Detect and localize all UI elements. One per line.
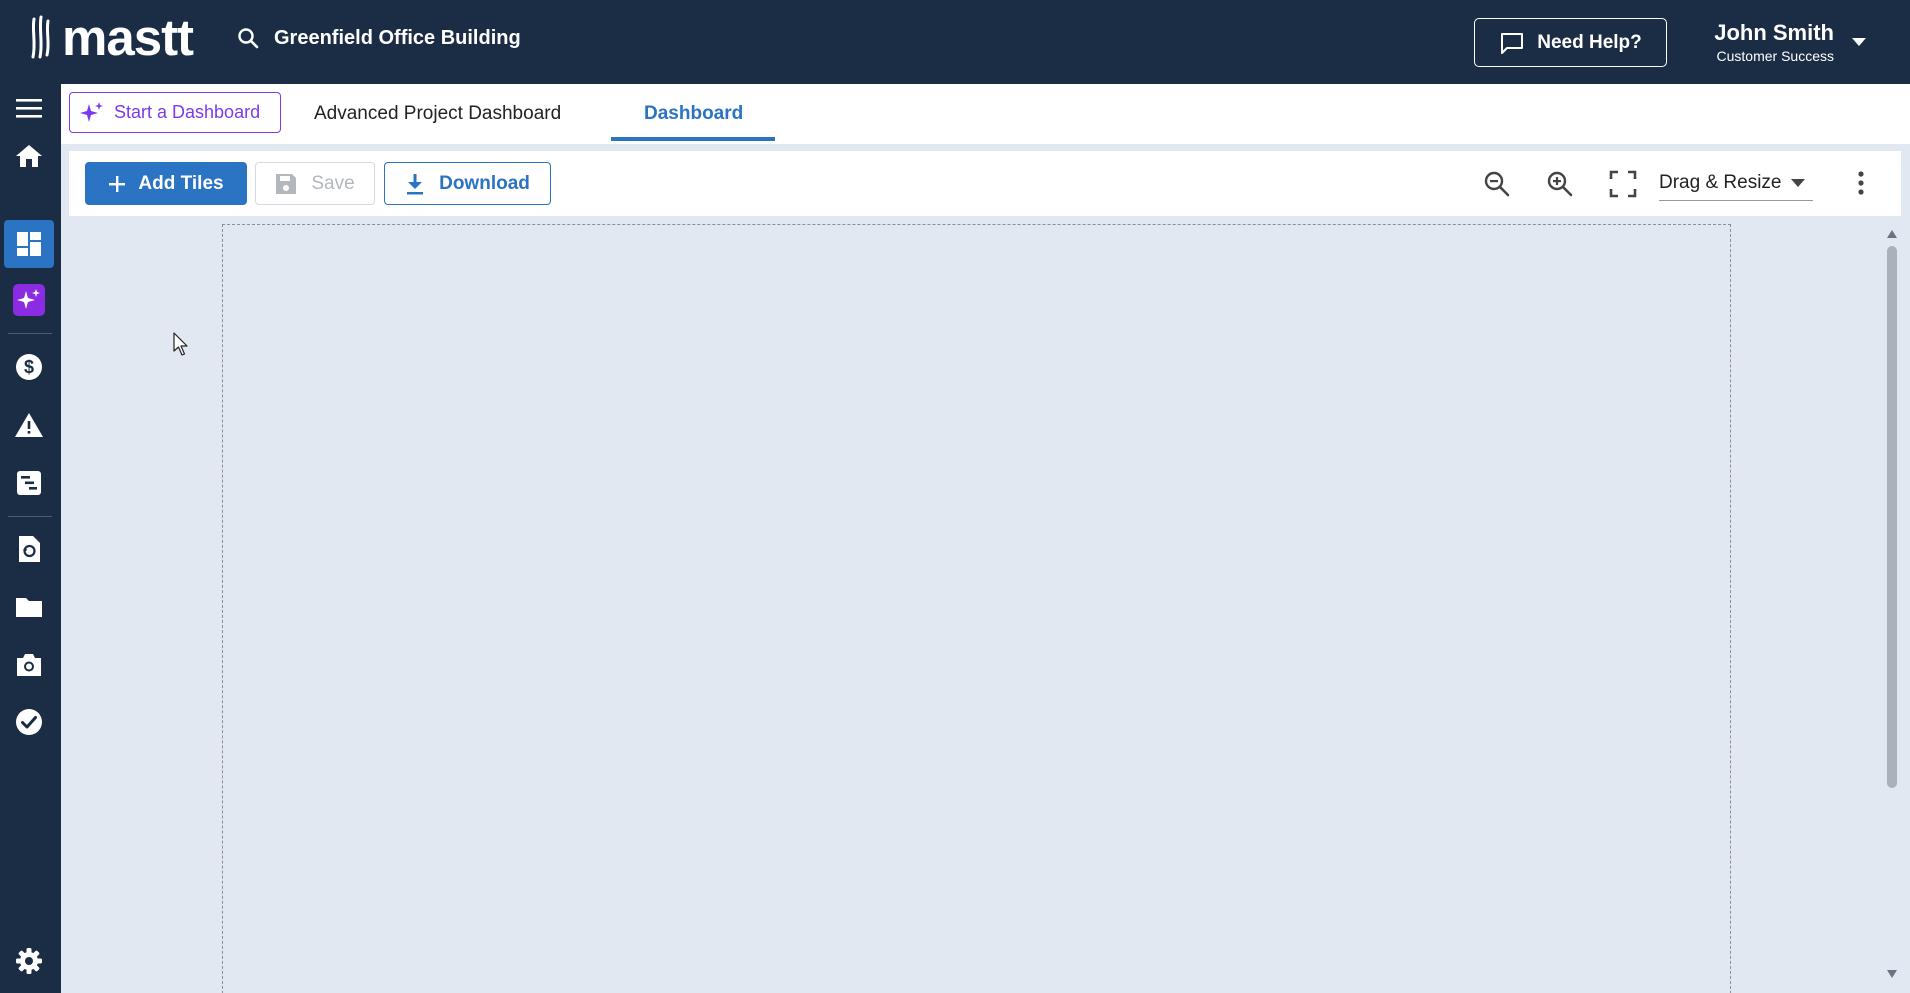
- logo-mark-icon: [31, 15, 50, 59]
- more-options-icon[interactable]: [1851, 168, 1871, 198]
- dashboard-canvas[interactable]: [222, 224, 1731, 993]
- add-tiles-label: Add Tiles: [138, 172, 224, 194]
- active-tab-indicator: [611, 137, 775, 141]
- save-label: Save: [311, 172, 355, 194]
- sparkle-icon: [80, 101, 103, 122]
- mouse-cursor-icon: [173, 332, 188, 356]
- sidebar-divider: [8, 333, 52, 334]
- user-role: Customer Success: [1716, 48, 1834, 64]
- sidebar: $: [0, 84, 61, 993]
- tab-label: Dashboard: [644, 103, 744, 124]
- settings-icon[interactable]: [4, 937, 54, 985]
- folder-icon[interactable]: [4, 583, 54, 631]
- download-label: Download: [439, 172, 530, 194]
- dashboard-toolbar: Add Tiles Save Download Drag & Resize: [69, 151, 1901, 216]
- need-help-label: Need Help?: [1537, 31, 1642, 53]
- project-search[interactable]: Greenfield Office Building: [236, 26, 521, 50]
- user-name: John Smith: [1714, 20, 1834, 45]
- schedule-icon[interactable]: [4, 459, 54, 507]
- need-help-button[interactable]: Need Help?: [1474, 18, 1667, 67]
- fullscreen-icon[interactable]: [1608, 169, 1638, 199]
- sidebar-divider: [8, 516, 52, 517]
- warning-icon[interactable]: [4, 401, 54, 449]
- tab-advanced-project-dashboard[interactable]: Advanced Project Dashboard: [314, 84, 561, 144]
- tab-dashboard[interactable]: Dashboard: [644, 84, 743, 144]
- logo-text: mastt: [62, 8, 194, 66]
- top-bar: mastt Greenfield Office Building Need He…: [0, 0, 1910, 84]
- scroll-thumb[interactable]: [1887, 246, 1897, 788]
- home-icon[interactable]: [4, 132, 54, 180]
- dollar-icon[interactable]: $: [4, 343, 54, 391]
- dashboard-tabs: Start a Dashboard Advanced Project Dashb…: [61, 84, 1910, 144]
- search-icon: [238, 28, 259, 49]
- check-circle-icon[interactable]: [4, 698, 54, 746]
- user-menu[interactable]: John Smith Customer Success: [1708, 20, 1834, 64]
- add-tiles-button[interactable]: Add Tiles: [85, 162, 247, 205]
- dashboard-canvas-area: [61, 216, 1910, 993]
- menu-icon[interactable]: [4, 84, 54, 132]
- zoom-out-icon[interactable]: [1482, 169, 1512, 199]
- start-dashboard-label: Start a Dashboard: [114, 102, 261, 122]
- layout-mode-select[interactable]: Drag & Resize: [1659, 165, 1813, 201]
- history-icon[interactable]: [4, 525, 54, 573]
- chat-icon: [1501, 32, 1524, 54]
- layout-mode-value: Drag & Resize: [1659, 171, 1782, 193]
- tab-label: Advanced Project Dashboard: [314, 103, 562, 124]
- svg-text:$: $: [24, 357, 34, 377]
- camera-icon[interactable]: [4, 641, 54, 689]
- scroll-down-icon[interactable]: [1887, 970, 1897, 978]
- project-name: Greenfield Office Building: [274, 26, 521, 49]
- scroll-up-icon[interactable]: [1887, 230, 1897, 238]
- start-dashboard-button[interactable]: Start a Dashboard: [69, 92, 281, 133]
- zoom-in-icon[interactable]: [1545, 169, 1575, 199]
- mastt-logo[interactable]: mastt: [30, 8, 194, 66]
- download-icon: [407, 173, 424, 194]
- vertical-scrollbar[interactable]: [1884, 226, 1898, 993]
- plus-icon: [109, 175, 126, 192]
- ai-sparkle-icon[interactable]: [4, 276, 54, 324]
- dashboard-icon[interactable]: [4, 220, 54, 268]
- save-button[interactable]: Save: [255, 162, 375, 205]
- save-icon: [276, 173, 297, 194]
- chevron-down-icon: [1791, 178, 1805, 187]
- chevron-down-icon[interactable]: [1852, 38, 1866, 46]
- download-button[interactable]: Download: [384, 162, 551, 205]
